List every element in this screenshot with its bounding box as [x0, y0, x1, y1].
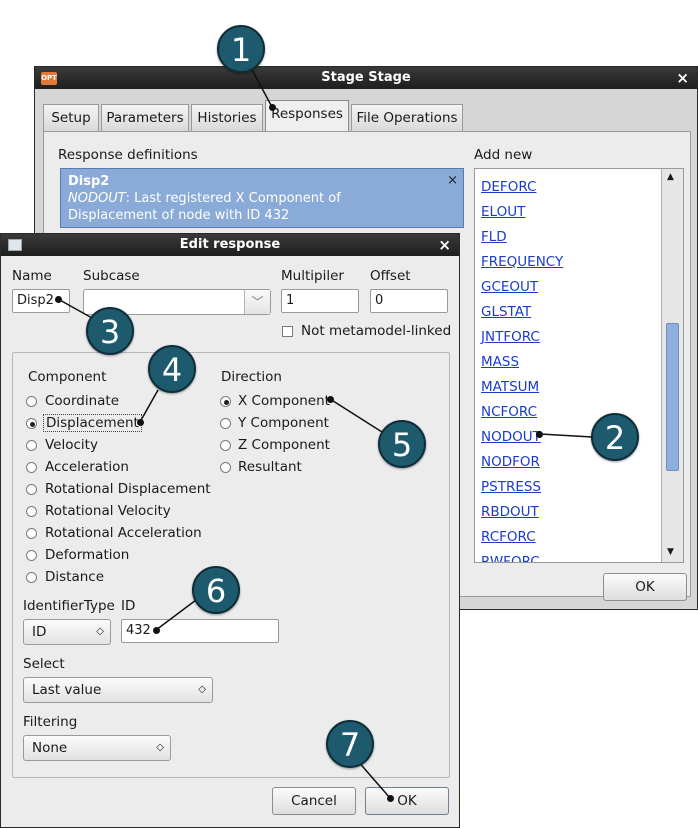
callout-3-anchor — [55, 296, 62, 303]
callout-2-anchor — [536, 431, 543, 438]
callout-5-anchor — [327, 396, 334, 403]
callout-4: 4 — [148, 345, 196, 393]
callout-7-anchor — [387, 795, 394, 802]
callout-6-anchor — [153, 627, 160, 634]
callout-6: 6 — [192, 566, 240, 614]
callout-7: 7 — [326, 720, 374, 768]
callout-leader-lines — [57, 65, 593, 799]
callout-1-anchor — [269, 104, 276, 111]
callout-3: 3 — [86, 307, 134, 355]
callout-5: 5 — [378, 420, 426, 468]
callout-2: 2 — [591, 413, 639, 461]
callout-1: 1 — [217, 25, 265, 73]
callout-4-anchor — [137, 419, 144, 426]
